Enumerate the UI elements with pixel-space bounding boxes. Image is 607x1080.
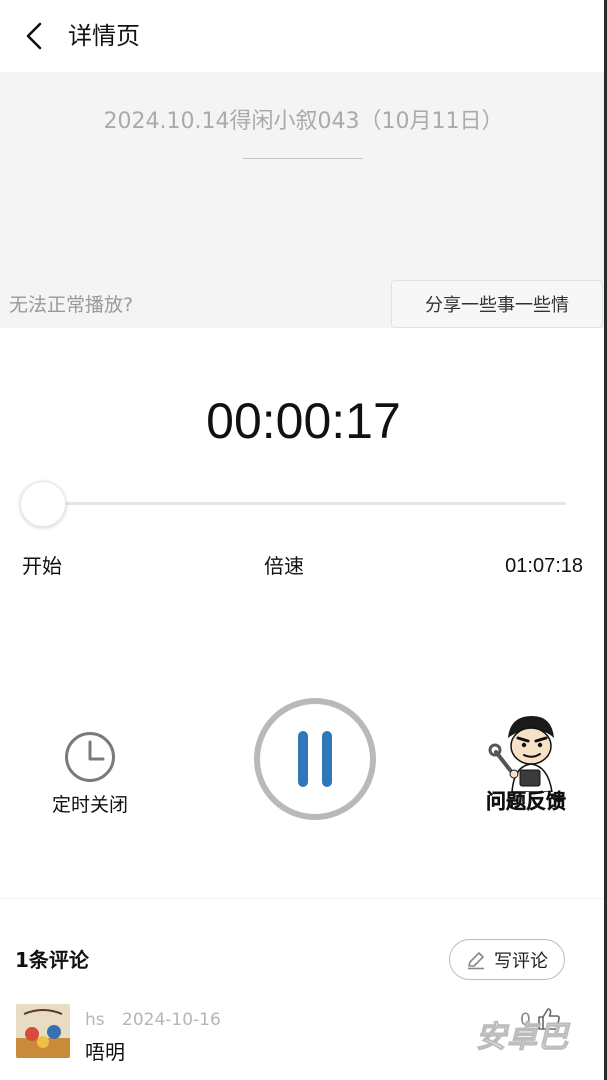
chevron-left-icon (26, 22, 42, 50)
feedback-label: 问题反馈 (486, 789, 566, 813)
avatar[interactable] (16, 1004, 70, 1058)
progress-thumb[interactable] (20, 481, 66, 527)
progress-track[interactable] (42, 502, 566, 505)
current-time-display: 00:00:17 (206, 393, 401, 449)
watermark-logo: 安卓巴 (476, 1020, 569, 1056)
write-comment-button[interactable]: 写评论 (449, 939, 565, 980)
comment-username[interactable]: hs (85, 1008, 105, 1032)
playback-issue-link[interactable]: 无法正常播放? (9, 292, 133, 318)
pause-icon-bar-left (298, 731, 308, 787)
share-button[interactable]: 分享一些事一些情 (391, 280, 603, 328)
pencil-icon (468, 951, 484, 969)
feedback-button[interactable]: 问题反馈 (474, 708, 578, 820)
episode-info-panel: 2024.10.14得闲小叙043（10月11日） 无法正常播放? 分享一些事一… (0, 72, 607, 328)
back-button[interactable] (18, 18, 50, 54)
duration-label: 01:07:18 (505, 555, 583, 577)
pause-icon-bar-right (322, 731, 332, 787)
comments-count: 1条评论 (15, 948, 89, 972)
title-divider (243, 158, 363, 159)
top-bar: 详情页 (0, 0, 607, 72)
episode-title: 2024.10.14得闲小叙043（10月11日） (103, 109, 504, 134)
page-title: 详情页 (68, 22, 140, 50)
clock-icon (65, 732, 115, 782)
comment-date: 2024-10-16 (122, 1010, 221, 1030)
sleep-timer-label: 定时关闭 (51, 794, 128, 816)
write-comment-label: 写评论 (494, 950, 548, 972)
section-divider (0, 898, 607, 899)
feedback-mascot-icon (488, 716, 554, 792)
sleep-timer-button[interactable]: 定时关闭 (40, 730, 140, 830)
comment-text: 唔明 (85, 1040, 125, 1064)
pause-button[interactable] (254, 698, 376, 820)
speed-button[interactable]: 倍速 (0, 552, 568, 580)
